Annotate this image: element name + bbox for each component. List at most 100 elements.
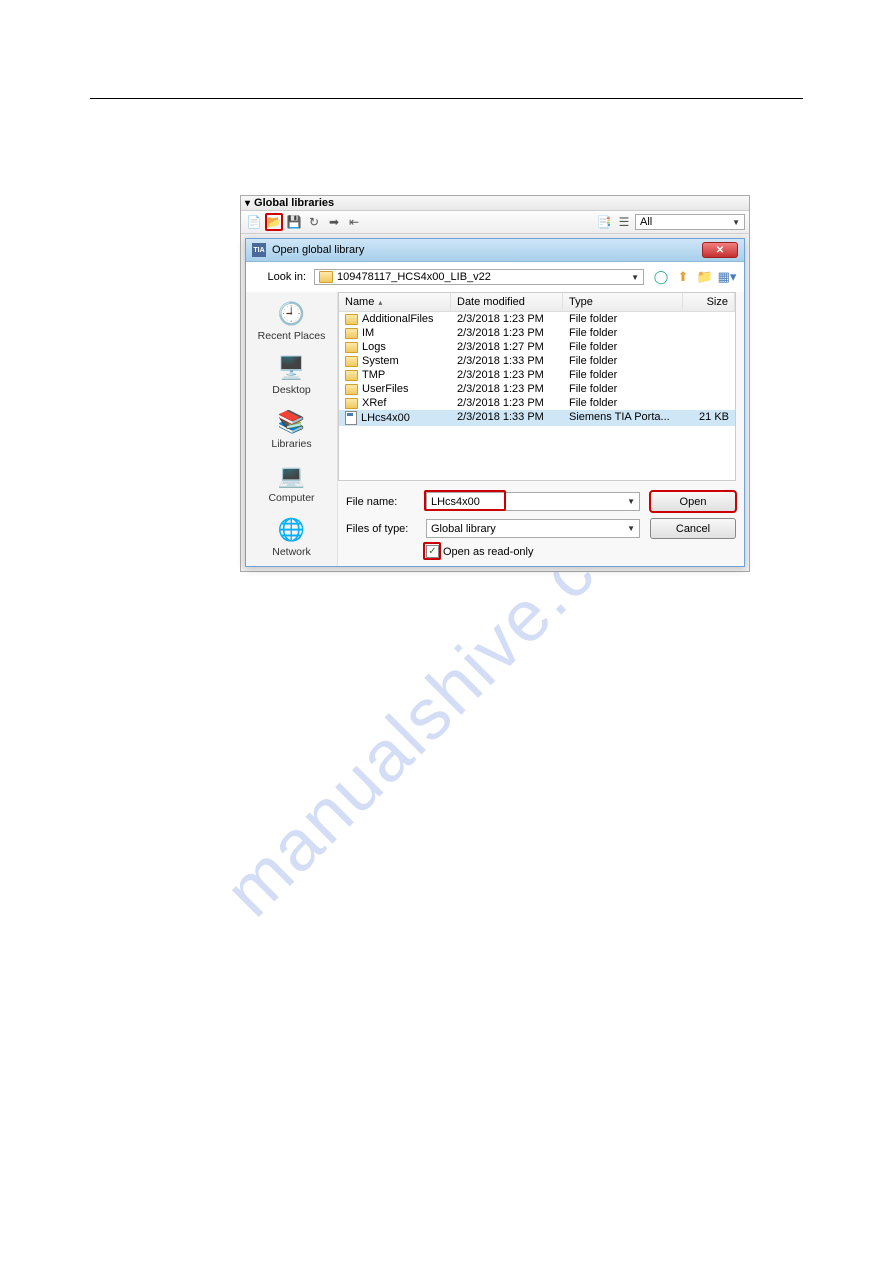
chevron-down-icon[interactable]: ▾ [245, 198, 250, 209]
place-label: Recent Places [258, 330, 326, 342]
dropdown-arrow-icon: ▼ [631, 273, 639, 282]
list-view-icon[interactable]: ☰ [615, 213, 633, 231]
filter-dropdown[interactable]: All ▼ [635, 214, 745, 230]
up-folder-icon[interactable]: ⬆ [674, 268, 692, 286]
file-name: LHcs4x00 [361, 412, 410, 424]
folder-icon [345, 328, 358, 339]
save-library-icon[interactable]: 💾 [285, 213, 303, 231]
file-type: File folder [563, 396, 683, 410]
file-name: System [362, 355, 399, 367]
file-row[interactable]: System 2/3/2018 1:33 PMFile folder [339, 354, 735, 368]
file-size [683, 312, 735, 326]
file-date: 2/3/2018 1:23 PM [451, 382, 563, 396]
folder-icon [345, 384, 358, 395]
place-label: Network [272, 546, 311, 558]
dialog-titlebar: TIA Open global library ✕ [246, 239, 744, 262]
panel-header: ▾ Global libraries [241, 196, 749, 211]
readonly-row: ✓ Open as read-only [426, 545, 640, 558]
file-name-input[interactable]: LHcs4x00 ▼ [426, 492, 640, 511]
file-type: Siemens TIA Porta... [563, 410, 683, 426]
file-date: 2/3/2018 1:27 PM [451, 340, 563, 354]
cancel-button[interactable]: Cancel [650, 518, 736, 539]
file-type: File folder [563, 312, 683, 326]
file-date: 2/3/2018 1:33 PM [451, 410, 563, 426]
dropdown-arrow-icon: ▼ [732, 218, 740, 227]
import-icon[interactable]: ⇤ [345, 213, 363, 231]
filter-value: All [640, 216, 652, 228]
files-of-type-dropdown[interactable]: Global library ▼ [426, 519, 640, 538]
place-desktop[interactable]: 🖥️ Desktop [248, 352, 335, 398]
refresh-icon[interactable]: ↻ [305, 213, 323, 231]
tia-icon: TIA [252, 243, 266, 257]
view-menu-icon[interactable]: ▦▾ [718, 268, 736, 286]
file-list[interactable]: Name ▴ Date modified Type Size Additiona… [338, 292, 736, 481]
file-size [683, 354, 735, 368]
open-button[interactable]: Open [650, 491, 736, 512]
options-icon[interactable]: 📑 [595, 213, 613, 231]
file-name: UserFiles [362, 383, 408, 395]
file-size [683, 382, 735, 396]
close-button[interactable]: ✕ [702, 242, 738, 258]
file-name: IM [362, 327, 374, 339]
file-row[interactable]: AdditionalFiles2/3/2018 1:23 PMFile fold… [339, 312, 735, 326]
file-size [683, 396, 735, 410]
col-size[interactable]: Size [683, 293, 735, 311]
open-library-icon[interactable]: 📂 [265, 213, 283, 231]
lookin-row: Look in: 109478117_HCS4x00_LIB_v22 ▼ ◯ ⬆… [246, 262, 744, 292]
readonly-checkbox[interactable]: ✓ [426, 545, 439, 558]
place-libraries[interactable]: 📚 Libraries [248, 406, 335, 452]
file-size: 21 KB [683, 410, 735, 426]
file-row[interactable]: XRef 2/3/2018 1:23 PMFile folder [339, 396, 735, 410]
network-icon: 🌐 [276, 516, 308, 544]
libraries-icon: 📚 [276, 408, 308, 436]
file-name-label: File name: [346, 496, 416, 508]
place-label: Libraries [271, 438, 311, 450]
panel-title: Global libraries [254, 197, 334, 209]
place-label: Desktop [272, 384, 311, 396]
file-area: Name ▴ Date modified Type Size Additiona… [338, 292, 744, 566]
lookin-label: Look in: [254, 271, 306, 283]
file-type: File folder [563, 326, 683, 340]
file-date: 2/3/2018 1:33 PM [451, 354, 563, 368]
col-name[interactable]: Name ▴ [339, 293, 451, 311]
place-label: Computer [268, 492, 314, 504]
file-row[interactable]: TMP2/3/2018 1:23 PMFile folder [339, 368, 735, 382]
open-dialog: TIA Open global library ✕ Look in: 10947… [245, 238, 745, 567]
dialog-bottom: File name: LHcs4x00 ▼ Open Files of type… [338, 487, 744, 566]
col-date[interactable]: Date modified [451, 293, 563, 311]
file-name: Logs [362, 341, 386, 353]
files-of-type-label: Files of type: [346, 523, 416, 535]
folder-icon [345, 370, 358, 381]
places-bar: 🕘 Recent Places 🖥️ Desktop 📚 Libraries 💻… [246, 292, 338, 566]
file-row[interactable]: Logs2/3/2018 1:27 PMFile folder [339, 340, 735, 354]
file-date: 2/3/2018 1:23 PM [451, 368, 563, 382]
file-date: 2/3/2018 1:23 PM [451, 312, 563, 326]
folder-icon [345, 314, 358, 325]
file-name: TMP [362, 369, 385, 381]
col-type[interactable]: Type [563, 293, 683, 311]
file-row[interactable]: UserFiles2/3/2018 1:23 PMFile folder [339, 382, 735, 396]
place-recent[interactable]: 🕘 Recent Places [248, 298, 335, 344]
new-folder-icon[interactable]: 📁 [696, 268, 714, 286]
dialog-title: Open global library [272, 244, 364, 256]
file-name-value: LHcs4x00 [431, 496, 480, 508]
place-computer[interactable]: 💻 Computer [248, 460, 335, 506]
file-list-header: Name ▴ Date modified Type Size [339, 293, 735, 312]
lookin-dropdown[interactable]: 109478117_HCS4x00_LIB_v22 ▼ [314, 269, 644, 285]
file-size [683, 326, 735, 340]
folder-icon [345, 398, 358, 409]
export-icon[interactable]: ➡ [325, 213, 343, 231]
place-network[interactable]: 🌐 Network [248, 514, 335, 560]
file-row[interactable]: LHcs4x00 2/3/2018 1:33 PMSiemens TIA Port… [339, 410, 735, 426]
file-row[interactable]: IM 2/3/2018 1:23 PMFile folder [339, 326, 735, 340]
sort-asc-icon: ▴ [378, 298, 382, 307]
panel-toolbar: 📄 📂 💾 ↻ ➡ ⇤ 📑 ☰ All ▼ [241, 211, 749, 234]
new-library-icon[interactable]: 📄 [245, 213, 263, 231]
file-date: 2/3/2018 1:23 PM [451, 326, 563, 340]
back-icon[interactable]: ◯ [652, 268, 670, 286]
file-type: File folder [563, 354, 683, 368]
file-name: XRef [362, 397, 386, 409]
file-date: 2/3/2018 1:23 PM [451, 396, 563, 410]
lookin-value: 109478117_HCS4x00_LIB_v22 [337, 271, 491, 283]
folder-icon [345, 342, 358, 353]
